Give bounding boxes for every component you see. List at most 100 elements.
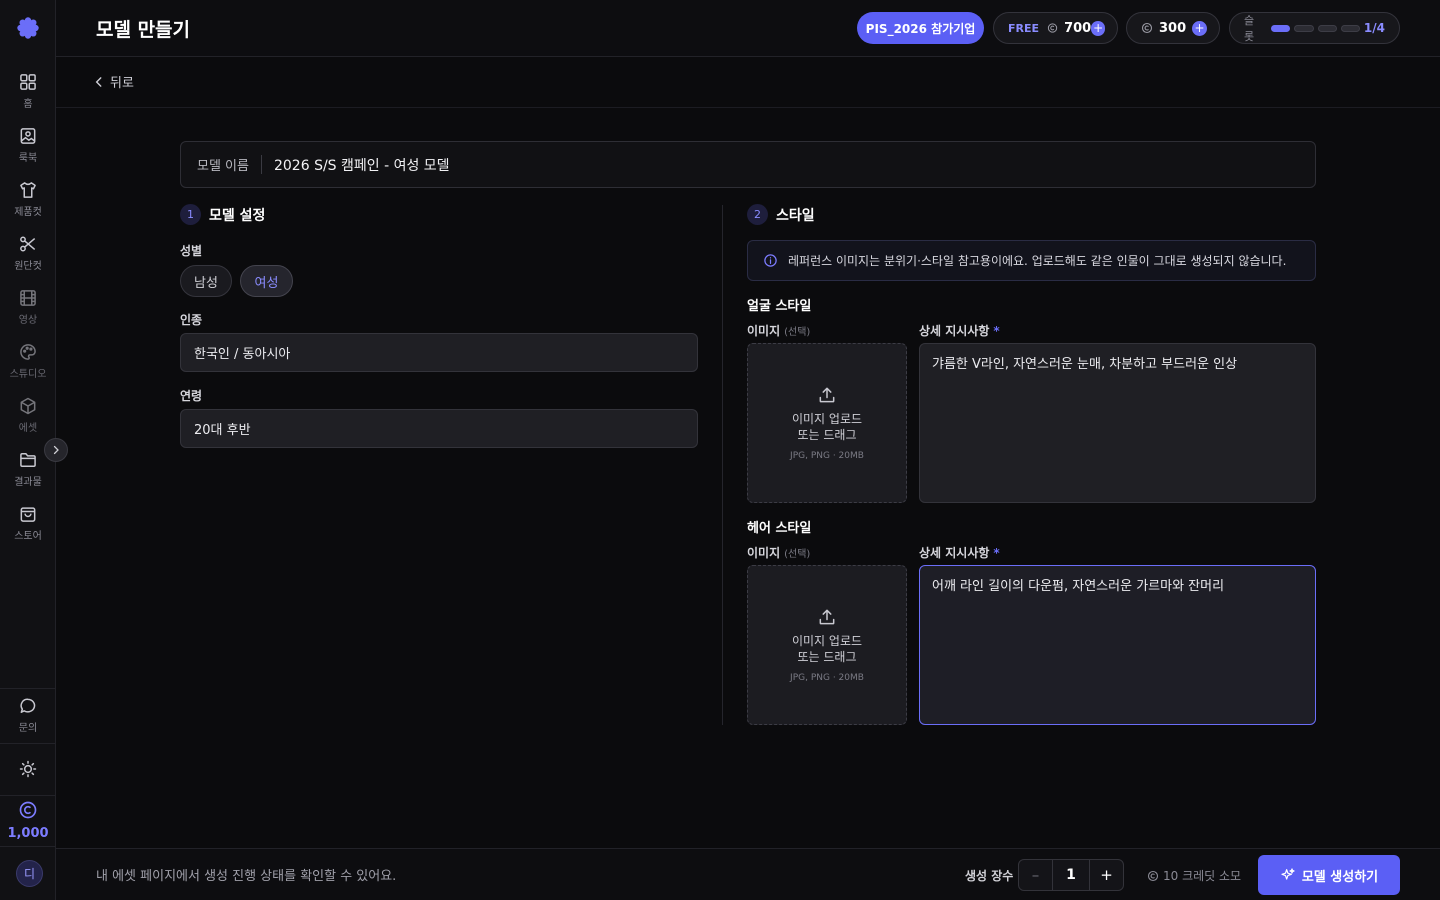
- face-detail-label: 상세 지시사항 *: [919, 322, 1000, 339]
- folder-icon: [20, 453, 36, 467]
- model-name-field[interactable]: 모델 이름 2026 S/S 캠페인 - 여성 모델: [180, 141, 1316, 188]
- credit-pill[interactable]: 300 +: [1126, 12, 1220, 44]
- hair-style-title: 헤어 스타일: [747, 521, 812, 536]
- sidebar-divider: [0, 688, 56, 689]
- upload-hint: JPG, PNG · 20MB: [790, 673, 864, 683]
- sidebar-item-label: 룩북: [18, 153, 38, 164]
- age-field[interactable]: 20대 후반: [180, 409, 698, 448]
- hair-detail-label: 상세 지시사항 *: [919, 544, 1000, 561]
- sidebar-item-support[interactable]: 문의: [0, 690, 56, 740]
- scissors-icon: [20, 236, 36, 252]
- required-mark: *: [993, 324, 1000, 338]
- upload-line: 또는 드래그: [797, 428, 857, 442]
- create-model-button[interactable]: 모델 생성하기: [1258, 855, 1400, 895]
- hair-detail-textarea[interactable]: 어깨 라인 길이의 다운펌, 자연스러운 가르마와 잔머리: [919, 565, 1316, 725]
- label-text: 상세 지시사항: [919, 324, 990, 338]
- avatar[interactable]: 디: [16, 860, 43, 887]
- race-field[interactable]: 한국인 / 동아시아: [180, 333, 698, 372]
- sidebar-item-label: 스튜디오: [9, 369, 47, 380]
- home-grid-icon: [20, 74, 36, 90]
- sidebar-divider: [0, 743, 56, 744]
- slot-bar-empty: [1317, 24, 1337, 32]
- quantity-value[interactable]: 1: [1053, 867, 1089, 883]
- slot-count: 1/4: [1363, 21, 1386, 35]
- credit-coin-icon: [1047, 23, 1058, 33]
- sidebar-item-label: 스토어: [14, 531, 42, 542]
- sidebar-item-asset[interactable]: 에셋: [0, 390, 56, 440]
- section-title: 모델 설정: [209, 207, 266, 224]
- upload-line: 이미지 업로드: [791, 634, 863, 648]
- decrease-button[interactable]: –: [1019, 860, 1053, 890]
- sidebar-item-label: 결과물: [14, 477, 42, 488]
- upload-icon: [819, 609, 835, 625]
- sidebar-item-store[interactable]: 스토어: [0, 498, 56, 548]
- footer-bar: 내 에셋 페이지에서 생성 진행 상태를 확인할 수 있어요. 생성 장수 – …: [56, 848, 1440, 900]
- label-text: 상세 지시사항: [919, 546, 990, 560]
- upload-hint: JPG, PNG · 20MB: [790, 451, 864, 461]
- hair-image-upload[interactable]: 이미지 업로드 또는 드래그 JPG, PNG · 20MB: [747, 565, 907, 725]
- face-image-label: 이미지 (선택): [747, 322, 810, 339]
- film-icon: [20, 290, 36, 306]
- upload-text: 이미지 업로드 또는 드래그: [792, 411, 862, 443]
- page-title: 모델 만들기: [96, 19, 191, 41]
- quantity-stepper: – 1 +: [1018, 859, 1124, 891]
- back-button[interactable]: 뒤로: [92, 72, 134, 91]
- cube-icon: [20, 397, 36, 415]
- create-model-label: 모델 생성하기: [1301, 869, 1379, 885]
- gender-option-female[interactable]: 여성: [240, 265, 293, 297]
- section-title: 스타일: [776, 207, 815, 224]
- section-style-header: 2 스타일: [747, 204, 815, 225]
- race-label: 인종: [180, 313, 203, 327]
- gender-option-male[interactable]: 남성: [180, 265, 232, 297]
- step-number: 2: [747, 204, 768, 225]
- face-detail-textarea[interactable]: 갸름한 V라인, 자연스러운 눈매, 차분하고 부드러운 인상: [919, 343, 1316, 503]
- model-name-value[interactable]: 2026 S/S 캠페인 - 여성 모델: [274, 155, 450, 175]
- back-label: 뒤로: [110, 76, 134, 91]
- increase-button[interactable]: +: [1089, 860, 1123, 890]
- sidebar-item-home[interactable]: 홈: [0, 66, 56, 116]
- shirt-icon: [20, 182, 36, 198]
- sparkle-icon: [1281, 868, 1295, 880]
- credit-value: 300: [1159, 20, 1187, 36]
- label-text: 이미지: [747, 324, 781, 338]
- quantity-label: 생성 장수: [965, 869, 1014, 883]
- sidebar-item-label: 원단컷: [14, 261, 42, 272]
- optional-tag: (선택): [784, 327, 811, 338]
- credit-cost: 10 크레딧 소모: [1147, 867, 1241, 884]
- footer-note: 내 에셋 페이지에서 생성 진행 상태를 확인할 수 있어요.: [96, 869, 397, 884]
- sidebar-item-studio[interactable]: 스튜디오: [0, 336, 56, 386]
- sidebar-item-video[interactable]: 영상: [0, 282, 56, 332]
- slot-bar-used: [1271, 24, 1291, 32]
- sidebar-item-fabric[interactable]: 원단컷: [0, 228, 56, 278]
- step-number: 1: [180, 204, 201, 225]
- face-image-upload[interactable]: 이미지 업로드 또는 드래그 JPG, PNG · 20MB: [747, 343, 907, 503]
- add-free-credit-button[interactable]: +: [1091, 20, 1105, 36]
- reference-info-banner: 레퍼런스 이미지는 분위기·스타일 참고용이에요. 업로드해도 같은 인물이 그…: [747, 240, 1316, 281]
- credit-coin-icon: [1141, 22, 1153, 34]
- sidebar-item-product[interactable]: 제품컷: [0, 174, 56, 224]
- top-header: 모델 만들기 PIS_2026 참가기업 FREE 700 + 300 + 슬롯…: [56, 0, 1440, 57]
- sidebar-item-label: 홈: [23, 99, 33, 110]
- hair-image-label: 이미지 (선택): [747, 544, 810, 561]
- free-credit-value: 700: [1064, 20, 1092, 36]
- logo-icon[interactable]: [16, 16, 40, 40]
- chevron-left-icon: [95, 76, 102, 87]
- label-text: 이미지: [747, 546, 781, 560]
- join-badge[interactable]: PIS_2026 참가기업: [857, 12, 984, 44]
- sidebar-divider: [0, 795, 56, 796]
- palette-icon: [20, 344, 36, 360]
- add-credit-button[interactable]: +: [1192, 20, 1207, 36]
- sidebar-item-label: 에셋: [18, 423, 38, 434]
- sidebar-item-lookbook[interactable]: 룩북: [0, 120, 56, 170]
- info-text: 레퍼런스 이미지는 분위기·스타일 참고용이에요. 업로드해도 같은 인물이 그…: [788, 254, 1287, 268]
- free-credit-pill[interactable]: FREE 700 +: [993, 12, 1118, 44]
- free-label: FREE: [1008, 21, 1040, 35]
- slot-pill[interactable]: 슬롯 1/4: [1229, 12, 1400, 44]
- model-name-label: 모델 이름: [197, 155, 262, 174]
- optional-tag: (선택): [784, 549, 811, 560]
- sidebar-item-label: 영상: [18, 315, 38, 326]
- sidebar-expand-button[interactable]: [44, 438, 68, 462]
- credit-coin-icon: [19, 801, 37, 819]
- credit-cost-text: 10 크레딧 소모: [1163, 869, 1242, 883]
- sidebar-credit-balance[interactable]: 1,000: [0, 800, 56, 841]
